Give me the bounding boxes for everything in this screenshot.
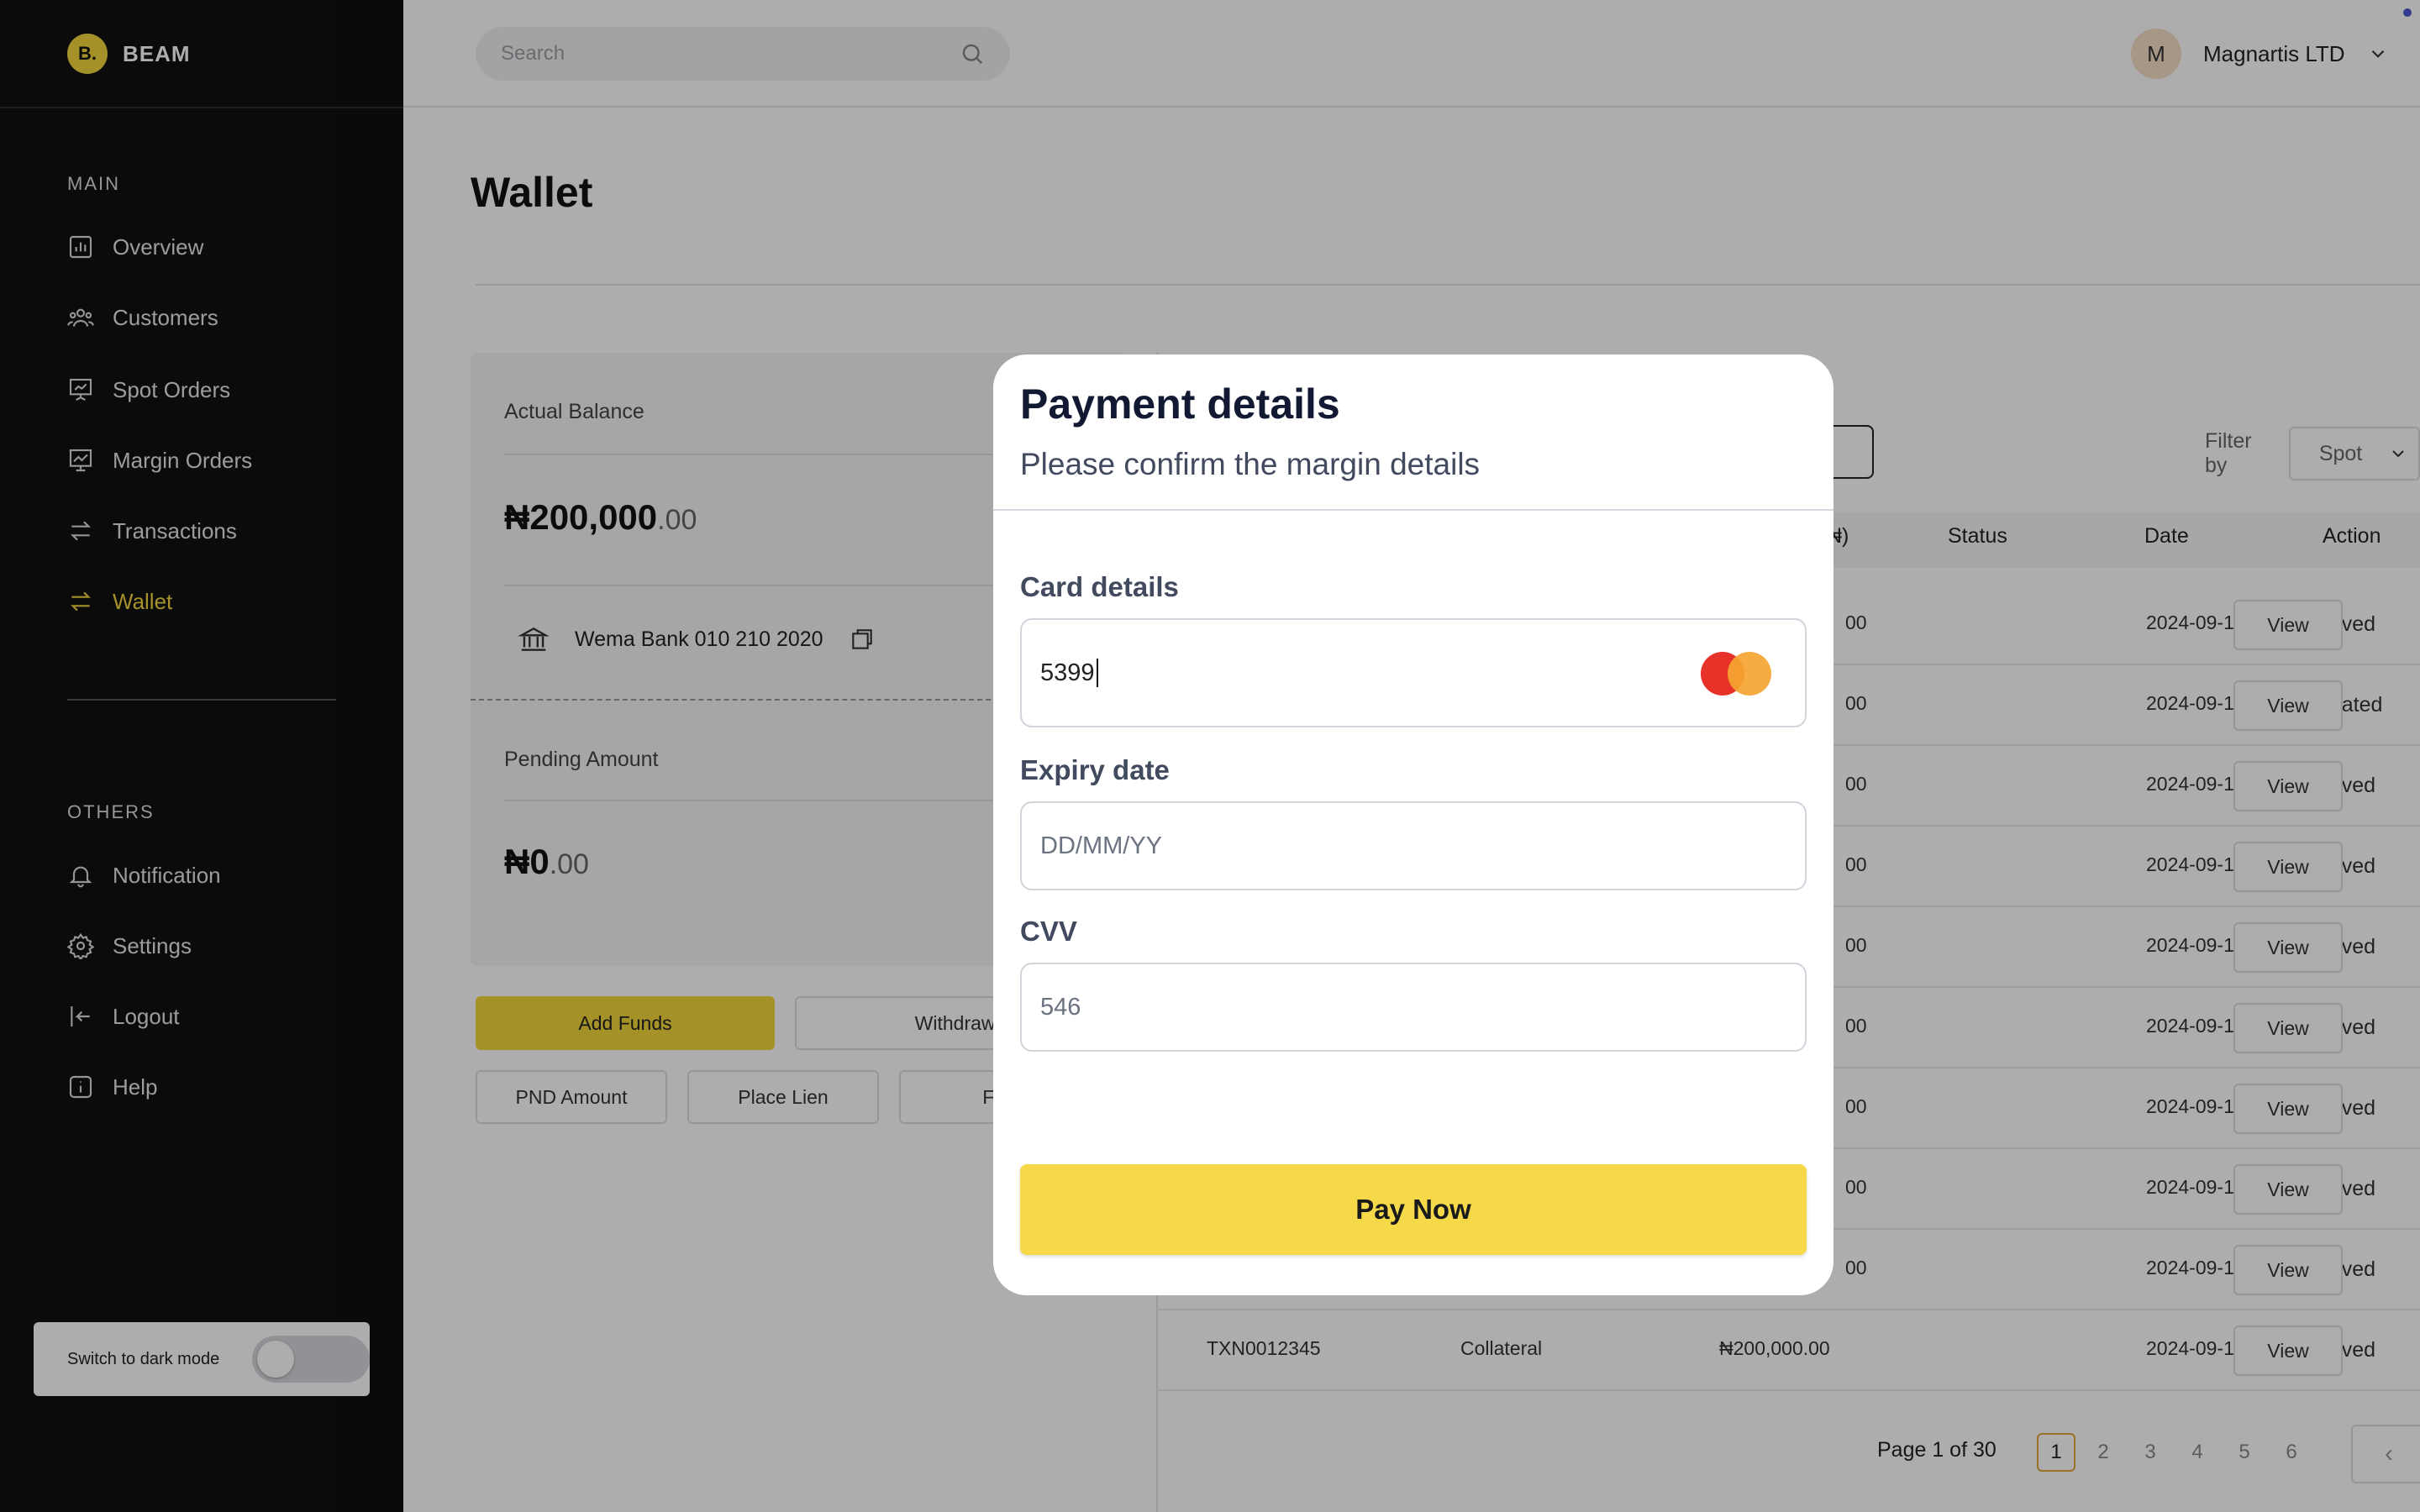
card-number-value: 5399 — [1040, 659, 1095, 686]
cvv-label: CVV — [1020, 916, 1077, 947]
expiry-placeholder: DD/MM/YY — [1040, 832, 1162, 859]
mastercard-icon — [1701, 652, 1771, 696]
cvv-value: 546 — [1040, 993, 1081, 1021]
modal-subtitle: Please confirm the margin details — [1020, 447, 1481, 481]
expiry-date-input[interactable]: DD/MM/YY — [1020, 801, 1807, 890]
text-caret — [1096, 659, 1098, 687]
pay-now-button[interactable]: Pay Now — [1020, 1164, 1807, 1255]
payment-modal: Payment details Please confirm the margi… — [993, 354, 1833, 1295]
cvv-input[interactable]: 546 — [1020, 963, 1807, 1052]
card-number-input[interactable]: 5399 — [1020, 618, 1807, 727]
modal-title: Payment details — [1020, 381, 1340, 428]
modal-divider — [993, 509, 1833, 511]
expiry-date-label: Expiry date — [1020, 754, 1170, 785]
card-details-label: Card details — [1020, 571, 1179, 602]
